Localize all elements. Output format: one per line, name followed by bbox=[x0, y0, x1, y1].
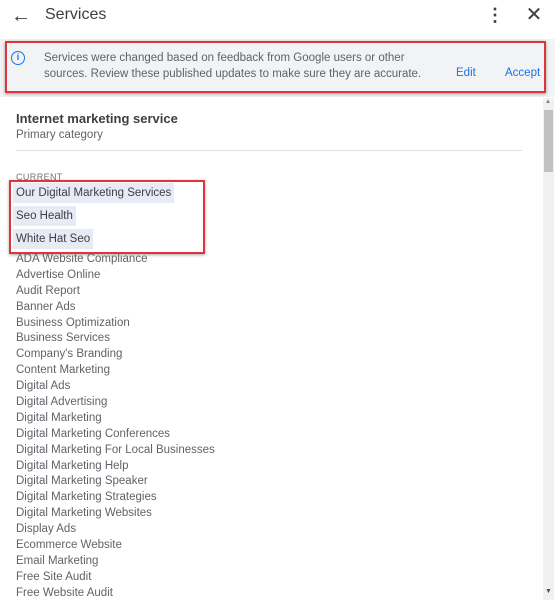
service-item: Free Site Audit bbox=[16, 570, 92, 583]
service-item: Ecommerce Website bbox=[16, 539, 122, 552]
service-item: Digital Marketing Websites bbox=[16, 507, 152, 520]
divider bbox=[16, 150, 522, 151]
close-icon[interactable]: ✕ bbox=[524, 4, 544, 28]
service-item: Digital Ads bbox=[16, 380, 71, 393]
service-item: Free Website Audit bbox=[16, 586, 113, 599]
scrollbar-thumb[interactable] bbox=[544, 110, 553, 172]
arrow-left-icon[interactable]: ← bbox=[10, 6, 32, 28]
services-highlight-outline bbox=[9, 180, 205, 254]
service-item: ADA Website Compliance bbox=[16, 253, 148, 265]
dialog-title: Services bbox=[45, 6, 107, 23]
service-item: Digital Marketing bbox=[16, 411, 102, 424]
service-item: Email Marketing bbox=[16, 554, 99, 567]
scroll-down-arrow-icon[interactable]: ▼ bbox=[545, 588, 552, 595]
service-list: ADA Website Compliance Advertise Online … bbox=[16, 252, 215, 602]
scrollbar-track[interactable] bbox=[543, 98, 554, 600]
service-item: Business Services bbox=[16, 332, 110, 345]
primary-category-label: Primary category bbox=[16, 129, 103, 141]
service-item: Audit Report bbox=[16, 284, 80, 297]
primary-category-name: Internet marketing service bbox=[16, 111, 178, 126]
service-item: Display Ads bbox=[16, 523, 77, 536]
more-vert-icon[interactable]: ⋮ bbox=[486, 4, 504, 28]
service-item: Banner Ads bbox=[16, 300, 76, 313]
service-item: Digital Marketing For Local Businesses bbox=[16, 443, 215, 456]
service-item: Content Marketing bbox=[16, 364, 110, 377]
service-item: Digital Marketing Speaker bbox=[16, 475, 148, 488]
service-item: Digital Marketing Help bbox=[16, 459, 129, 472]
service-item: Business Optimization bbox=[16, 316, 130, 329]
service-item: Advertise Online bbox=[16, 268, 101, 281]
service-item: Digital Advertising bbox=[16, 396, 108, 409]
dialog-header: ← Services ⋮ ✕ bbox=[0, 0, 555, 36]
service-item: Company's Branding bbox=[16, 348, 123, 361]
service-item: Digital Marketing Strategies bbox=[16, 491, 157, 504]
service-item: Digital Marketing Conferences bbox=[16, 427, 171, 440]
scroll-up-arrow-icon[interactable]: ▲ bbox=[545, 99, 551, 105]
banner-highlight-outline bbox=[5, 41, 546, 93]
